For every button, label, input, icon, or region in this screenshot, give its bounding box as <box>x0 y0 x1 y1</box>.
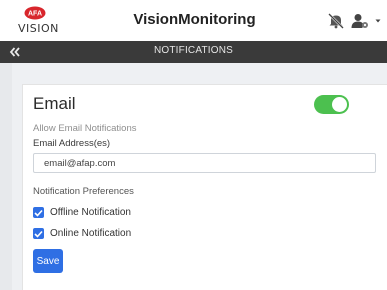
email-addresses-label: Email Address(es) <box>33 138 111 149</box>
toggle-knob <box>332 97 347 112</box>
chevron-down-icon[interactable] <box>375 18 381 24</box>
notification-preferences-label: Notification Preferences <box>33 186 134 197</box>
offline-notification-checkbox[interactable] <box>33 207 44 218</box>
offline-notification-option[interactable]: Offline Notification <box>33 207 131 218</box>
email-notifications-toggle[interactable] <box>314 95 349 114</box>
left-gutter <box>0 63 12 290</box>
allow-email-label: Allow Email Notifications <box>33 123 137 134</box>
page-subbar: NOTIFICATIONS <box>0 41 387 63</box>
email-addresses-input[interactable] <box>33 153 376 173</box>
page-title: NOTIFICATIONS <box>153 45 234 56</box>
offline-notification-label: Offline Notification <box>50 207 131 218</box>
header-actions <box>327 12 381 30</box>
save-button[interactable]: Save <box>33 249 63 273</box>
online-notification-label: Online Notification <box>50 228 132 239</box>
checkmark-icon <box>34 230 43 238</box>
online-notification-option[interactable]: Online Notification <box>33 228 131 239</box>
user-settings-icon[interactable] <box>351 13 369 29</box>
email-section-title: Email <box>33 94 76 113</box>
email-settings-card: Email Allow Email Notifications Email Ad… <box>22 84 387 290</box>
notifications-muted-icon[interactable] <box>327 13 345 29</box>
checkmark-icon <box>34 209 43 217</box>
app-header: AFA VISION VisionMonitoring <box>0 0 387 42</box>
online-notification-checkbox[interactable] <box>33 228 44 239</box>
